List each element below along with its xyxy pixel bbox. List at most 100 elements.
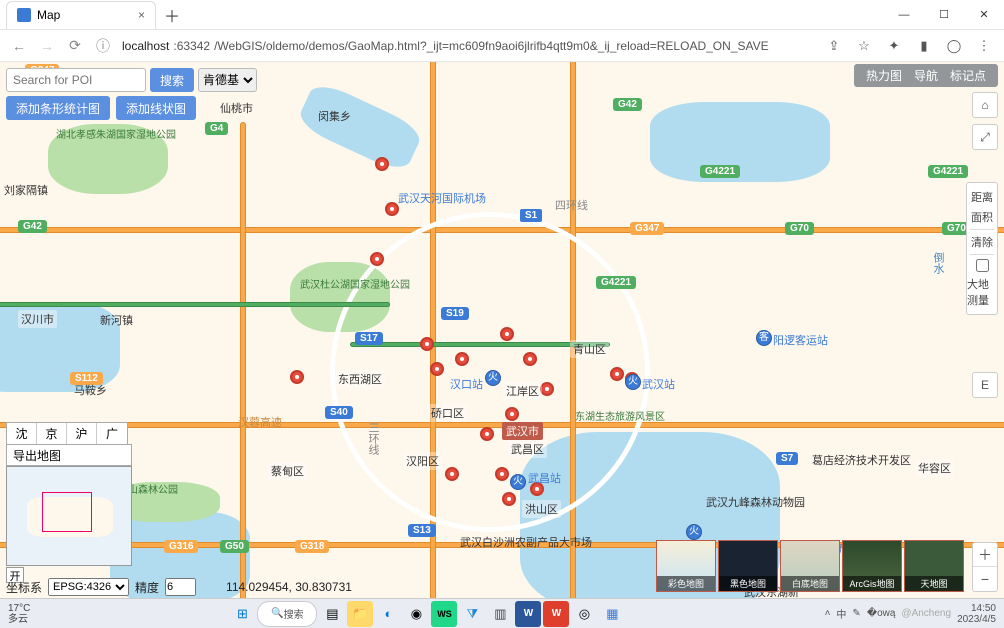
browser-tab[interactable]: Map × — [6, 1, 156, 29]
label-xiaogan: 湖北孝感朱湖国家湿地公园 — [56, 130, 176, 142]
word-icon[interactable]: W — [515, 601, 541, 627]
poi-marker[interactable] — [370, 252, 384, 266]
poi-marker[interactable] — [505, 407, 519, 421]
address-bar: ← → ⟳ ⓘ localhost:63342/WebGIS/oldemo/de… — [0, 30, 1004, 62]
preset-select[interactable]: 肯德基 — [198, 68, 257, 92]
city-tab-beijing[interactable]: 京 — [37, 423, 67, 445]
basemap-dark[interactable]: 黑色地图 — [718, 540, 778, 592]
bus-station-yangluo[interactable]: 客 — [756, 330, 772, 346]
crs-select[interactable]: EPSG:4326 — [48, 578, 129, 596]
basemap-color[interactable]: 彩色地图 — [656, 540, 716, 592]
measure-area[interactable]: 面积 — [971, 207, 993, 227]
close-tab-icon[interactable]: × — [138, 8, 145, 22]
reader-icon[interactable]: ▮ — [914, 38, 934, 54]
vscode-icon[interactable]: ⧩ — [459, 601, 485, 627]
tray-icon[interactable]: ✎ — [852, 608, 860, 619]
basemap-arcgis[interactable]: ArcGis地图 — [842, 540, 902, 592]
poi-marker[interactable] — [480, 427, 494, 441]
bookmark-icon[interactable]: ☆ — [854, 38, 874, 54]
explorer-icon[interactable]: 📁 — [347, 601, 373, 627]
map-canvas[interactable]: G42 G4 G42 G4221 G4221 G70 G70 G347 G347… — [0, 62, 1004, 598]
maximize-button[interactable]: ☐ — [924, 0, 964, 30]
chrome-icon[interactable]: ◉ — [403, 601, 429, 627]
poi-marker[interactable] — [420, 337, 434, 351]
menu-icon[interactable]: ⋮ — [974, 38, 994, 54]
new-tab-button[interactable]: ＋ — [160, 3, 184, 27]
poi-marker[interactable] — [610, 367, 624, 381]
poi-marker[interactable] — [430, 362, 444, 376]
nav-heatmap[interactable]: 热力图 — [866, 67, 902, 84]
measure-distance[interactable]: 距离 — [971, 187, 993, 207]
app3-icon[interactable]: ▦ — [599, 601, 625, 627]
search-button[interactable]: 搜索 — [150, 68, 194, 92]
window-controls: — ☐ ✕ — [884, 0, 1004, 30]
share-icon[interactable]: ⇪ — [824, 38, 844, 54]
city-tab-guangzhou[interactable]: 广 — [97, 423, 127, 445]
precision-input[interactable] — [165, 578, 196, 596]
measure-clear[interactable]: 清除 — [971, 232, 993, 252]
tray-chevron-icon[interactable]: ˄ — [825, 608, 831, 619]
add-bar-chart-button[interactable]: 添加条形统计图 — [6, 96, 110, 120]
poi-marker[interactable] — [455, 352, 469, 366]
taskbar-search[interactable]: 🔍 搜索 — [257, 601, 317, 627]
geodesic-checkbox[interactable] — [976, 259, 989, 272]
zoom-out-button[interactable]: − — [973, 567, 997, 591]
poi-marker[interactable] — [445, 467, 459, 481]
weather-widget[interactable]: 17°C多云 — [8, 603, 30, 625]
station-hankou[interactable]: 火 — [485, 370, 501, 386]
url-field[interactable]: localhost:63342/WebGIS/oldemo/demos/GaoM… — [122, 39, 814, 53]
city-tab-shenyang[interactable]: 沈 — [7, 423, 37, 445]
poi-marker[interactable] — [290, 370, 304, 384]
poi-marker[interactable] — [385, 202, 399, 216]
poi-marker[interactable] — [500, 327, 514, 341]
nav-marker[interactable]: 标记点 — [950, 67, 986, 84]
basemap-light[interactable]: 白底地图 — [780, 540, 840, 592]
crs-label: 坐标系 — [6, 579, 42, 596]
east-orientation-button[interactable]: E — [972, 372, 998, 398]
wifi-icon[interactable]: �ową — [867, 608, 896, 619]
close-window-button[interactable]: ✕ — [964, 0, 1004, 30]
fullscreen-button[interactable]: ⤢ — [972, 124, 998, 150]
shield-s1: S1 — [520, 209, 542, 222]
shield-g4221-3: G4221 — [596, 276, 636, 289]
zoom-in-button[interactable]: ＋ — [973, 543, 997, 567]
reload-button[interactable]: ⟳ — [66, 37, 84, 54]
label-sihuan: 四环线 — [555, 197, 588, 213]
search-input[interactable] — [6, 68, 146, 92]
export-map-button[interactable]: 导出地图 — [6, 444, 132, 466]
extensions-icon[interactable]: ✦ — [884, 38, 904, 54]
poi-marker[interactable] — [502, 492, 516, 506]
poi-marker[interactable] — [523, 352, 537, 366]
minimize-button[interactable]: — — [884, 0, 924, 30]
nav-route[interactable]: 导航 — [914, 67, 938, 84]
clock-time[interactable]: 14:50 — [957, 603, 996, 614]
city-tab-shanghai[interactable]: 沪 — [67, 423, 97, 445]
basemap-tianditu[interactable]: 天地图 — [904, 540, 964, 592]
task-view-icon[interactable]: ▤ — [319, 601, 345, 627]
zoom-control: ＋ − — [972, 542, 998, 592]
label-hongshan: 洪山区 — [522, 500, 561, 518]
label-jiangan: 江岸区 — [503, 382, 542, 400]
poi-marker[interactable] — [495, 467, 509, 481]
edge-icon[interactable]: ◐ — [375, 601, 401, 627]
locate-button[interactable]: ⌂ — [972, 92, 998, 118]
forward-button[interactable]: → — [38, 38, 56, 54]
wps-icon[interactable]: W — [543, 601, 569, 627]
poi-marker[interactable] — [375, 157, 389, 171]
shield-g4221: G4221 — [700, 165, 740, 178]
app-icon[interactable]: ▥ — [487, 601, 513, 627]
add-line-feature-button[interactable]: 添加线状图 — [116, 96, 196, 120]
site-info-icon[interactable]: ⓘ — [94, 36, 112, 56]
profile-icon[interactable]: ◯ — [944, 38, 964, 54]
webstorm-icon[interactable]: WS — [431, 601, 457, 627]
overview-map[interactable] — [6, 466, 132, 566]
ime-indicator[interactable]: 中 — [836, 606, 846, 621]
back-button[interactable]: ← — [10, 38, 28, 54]
app2-icon[interactable]: ◎ — [571, 601, 597, 627]
station-wuhan[interactable]: 火 — [625, 374, 641, 390]
station-wuchang[interactable]: 火 — [510, 474, 526, 490]
station-transfer[interactable]: 火 — [686, 524, 702, 540]
poi-marker[interactable] — [540, 382, 554, 396]
label-bsz: 武汉白沙洲农副产品大市场 — [460, 534, 592, 550]
start-button[interactable]: ⊞ — [229, 601, 255, 627]
